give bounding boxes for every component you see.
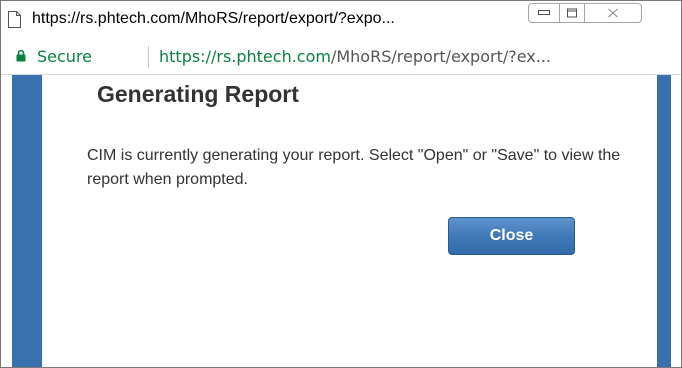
- maximize-button[interactable]: [559, 3, 585, 23]
- backdrop-right: [657, 75, 671, 367]
- url-host: rs.phtech.com: [216, 47, 331, 66]
- close-icon: [608, 8, 618, 18]
- dialog-title: Generating Report: [97, 81, 299, 107]
- generating-report-dialog: Generating Report CIM is currently gener…: [42, 75, 657, 367]
- window-title: https://rs.phtech.com/MhoRS/report/expor…: [32, 10, 395, 27]
- backdrop-left: [12, 75, 42, 367]
- address-bar[interactable]: Secure https://rs.phtech.com/MhoRS/repor…: [1, 38, 681, 75]
- browser-popup-window: https://rs.phtech.com/MhoRS/report/expor…: [0, 0, 682, 368]
- url-scheme: https://: [159, 47, 217, 66]
- minimize-button[interactable]: [528, 3, 560, 23]
- url-path: /MhoRS/report/export/?ex...: [330, 47, 552, 66]
- lock-icon: [16, 49, 26, 62]
- window-close-button[interactable]: [584, 3, 642, 23]
- url-text[interactable]: https://rs.phtech.com/MhoRS/report/expor…: [159, 47, 551, 66]
- title-bar: https://rs.phtech.com/MhoRS/report/expor…: [1, 1, 681, 38]
- maximize-icon: [567, 8, 577, 18]
- minimize-icon: [538, 10, 550, 15]
- page-icon: [8, 11, 21, 28]
- page-content: Generating Report CIM is currently gener…: [1, 75, 681, 367]
- address-separator: [148, 46, 149, 68]
- dialog-message: CIM is currently generating your report.…: [87, 147, 621, 188]
- close-button[interactable]: Close: [448, 217, 575, 255]
- secure-label: Secure: [37, 47, 93, 66]
